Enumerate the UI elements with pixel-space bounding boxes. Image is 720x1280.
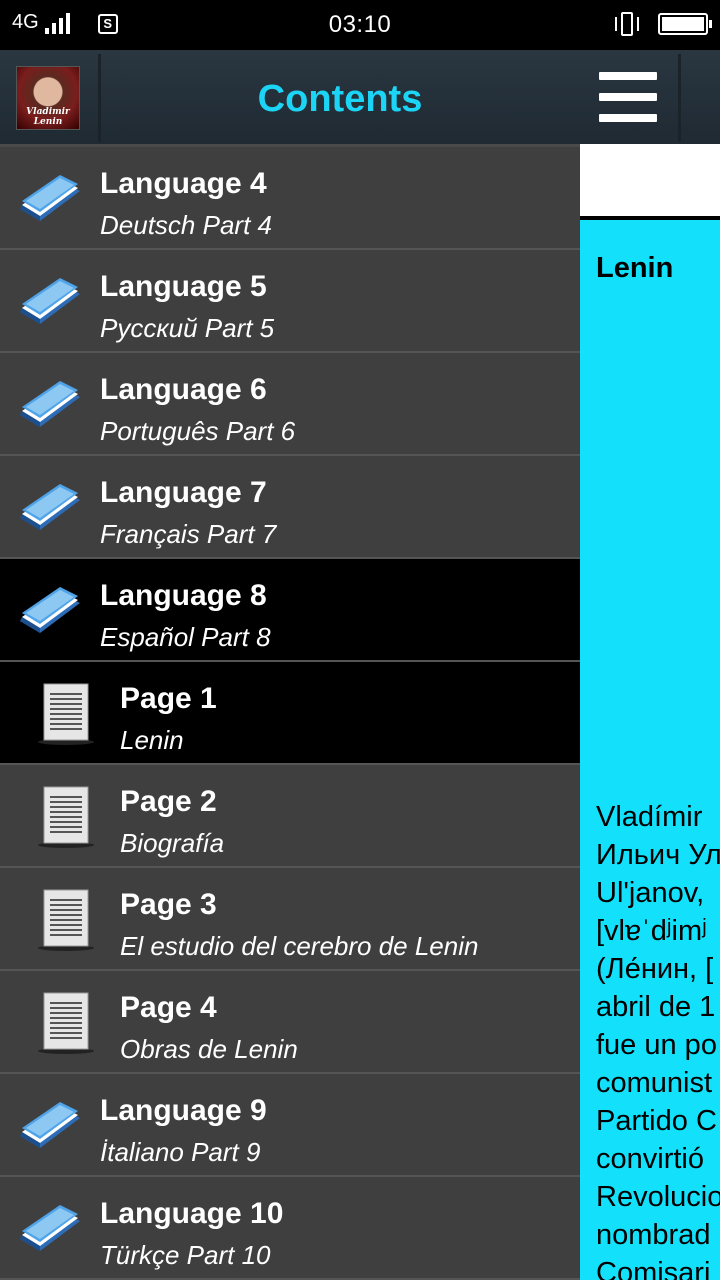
item-title: Language 8 <box>100 579 267 612</box>
body-line: convirtió <box>596 1143 704 1175</box>
book-icon <box>16 583 82 639</box>
content-panel[interactable]: Lenin Vladímir Ильич Ул Ul'janov, [vlɐˈdʲim… <box>580 220 720 1280</box>
item-title: Page 4 <box>120 991 217 1024</box>
item-subtitle: Français Part 7 <box>100 519 277 549</box>
main-toolbar <box>580 50 720 144</box>
book-icon <box>16 171 82 227</box>
item-subtitle: Lenin <box>120 725 184 755</box>
document-page-icon <box>36 682 96 746</box>
item-subtitle: Türkçe Part 10 <box>100 1240 271 1270</box>
status-right <box>614 12 712 36</box>
item-subtitle: Obras de Lenin <box>120 1034 298 1064</box>
body-line: (Ле́нин, [ <box>596 953 714 985</box>
body-line: Partido C <box>596 1105 717 1137</box>
body-line: Ильич Ул <box>596 839 720 871</box>
item-title: Language 9 <box>100 1094 267 1127</box>
item-subtitle: El estudio del cerebro de Lenin <box>120 931 479 961</box>
item-title: Page 3 <box>120 888 217 921</box>
item-subtitle: Biografía <box>120 828 225 858</box>
body-line: abril de 1 <box>596 991 716 1023</box>
content-title: Lenin <box>596 252 674 284</box>
body-line: Vladímir <box>596 801 703 833</box>
body-line: Ul'janov, <box>596 877 705 909</box>
language-item[interactable]: Language 5 Русский Part 5 <box>0 250 580 353</box>
item-subtitle: Español Part 8 <box>100 622 271 652</box>
book-icon <box>16 1098 82 1154</box>
battery-icon <box>658 13 712 35</box>
page-item[interactable]: Page 2 Biografía <box>0 765 580 868</box>
book-icon <box>16 274 82 330</box>
clock: 03:10 <box>328 11 392 38</box>
language-item[interactable]: Language 7 Français Part 7 <box>0 456 580 559</box>
item-title: Language 5 <box>100 270 267 303</box>
body-line: Comisari <box>596 1257 711 1280</box>
language-item[interactable]: Language 10 Türkçe Part 10 <box>0 1177 580 1280</box>
body-line: Revolucio <box>596 1181 720 1213</box>
lenin-avatar[interactable]: Vladimir Lenin <box>16 66 80 130</box>
status-bar: 4G S 03:10 <box>0 0 720 50</box>
body-line: fue un po <box>596 1029 717 1061</box>
page-item[interactable]: Page 3 El estudio del cerebro de Lenin <box>0 868 580 971</box>
navigation-drawer: Vladimir Lenin Contents Language 4 Deutsc… <box>0 50 580 1280</box>
item-subtitle: İtaliano Part 9 <box>100 1137 261 1167</box>
document-page-icon <box>36 785 96 849</box>
body-line: nombrad <box>596 1219 711 1251</box>
content-body: Vladímir Ильич Ул Ul'janov, [vlɐˈdʲimʲ (Ле́н… <box>596 798 720 1280</box>
item-subtitle: Deutsch Part 4 <box>100 210 272 240</box>
page-item[interactable]: Page 1 Lenin <box>0 662 580 765</box>
language-item[interactable]: Language 8 Español Part 8 <box>0 559 580 662</box>
item-title: Language 6 <box>100 373 267 406</box>
language-item[interactable]: Language 4 Deutsch Part 4 <box>0 147 580 250</box>
item-title: Language 4 <box>100 167 267 200</box>
item-subtitle: Русский Part 5 <box>100 313 275 343</box>
book-icon <box>16 1201 82 1257</box>
avatar-caption: Vladimir Lenin <box>26 107 70 127</box>
book-icon <box>16 480 82 536</box>
item-subtitle: Português Part 6 <box>100 416 296 446</box>
toolbar-divider <box>678 54 681 142</box>
drawer-title: Contents <box>257 78 423 120</box>
document-page-icon <box>36 888 96 952</box>
hamburger-menu-icon[interactable] <box>580 50 676 144</box>
contents-list: Language 4 Deutsch Part 4 Language 5 Русски… <box>0 147 580 1280</box>
drawer-header: Vladimir Lenin Contents <box>0 50 580 147</box>
body-line: [vlɐˈdʲimʲ <box>596 915 707 947</box>
vibrate-icon <box>614 12 640 36</box>
body-line: comunist <box>596 1067 713 1099</box>
language-item[interactable]: Language 6 Português Part 6 <box>0 353 580 456</box>
item-title: Language 7 <box>100 476 267 509</box>
content-top-bar <box>580 144 720 220</box>
book-icon <box>16 377 82 433</box>
page-item[interactable]: Page 4 Obras de Lenin <box>0 971 580 1074</box>
item-title: Language 10 <box>100 1197 284 1230</box>
item-title: Page 2 <box>120 785 217 818</box>
item-title: Page 1 <box>120 682 217 715</box>
language-item[interactable]: Language 9 İtaliano Part 9 <box>0 1074 580 1177</box>
document-page-icon <box>36 991 96 1055</box>
